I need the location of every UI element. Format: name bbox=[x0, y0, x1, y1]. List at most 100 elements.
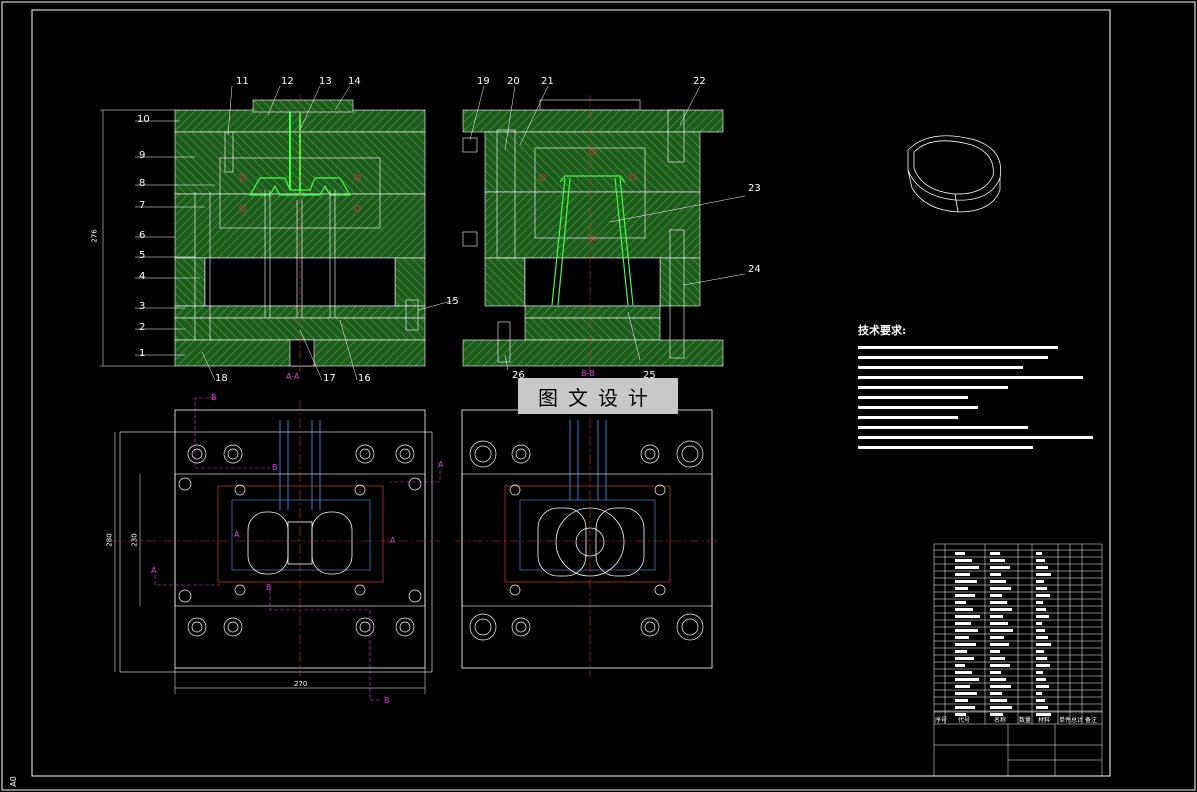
part-label-11: 11 bbox=[236, 76, 249, 87]
plan-view-fixed bbox=[455, 400, 720, 676]
cut-marker-b-3: B bbox=[266, 583, 272, 592]
parts-list-table bbox=[933, 543, 1103, 777]
parts-list-cell-block bbox=[990, 559, 1005, 562]
parts-list-cell-block bbox=[990, 650, 1000, 653]
cut-marker-a-4: A bbox=[390, 536, 396, 545]
part-label-12: 12 bbox=[281, 76, 294, 87]
parts-list-cell-block bbox=[955, 622, 971, 625]
part-label-19: 19 bbox=[477, 76, 490, 87]
part-label-1: 1 bbox=[139, 348, 146, 359]
parts-list-cell-block bbox=[1036, 552, 1042, 555]
parts-list-cell-block bbox=[955, 608, 973, 611]
part-label-15: 15 bbox=[446, 296, 459, 307]
parts-list-cell-block bbox=[990, 664, 1010, 667]
part-label-10: 10 bbox=[137, 114, 150, 125]
cut-marker-b-2: B bbox=[272, 463, 278, 472]
parts-list-cell-block bbox=[1036, 559, 1045, 562]
parts-list-cell-block bbox=[1036, 643, 1051, 646]
parts-list-cell-block bbox=[990, 580, 1006, 583]
parts-list-cell-block bbox=[990, 678, 1006, 681]
tb-header-total: 总计 bbox=[1071, 717, 1084, 724]
part-label-7: 7 bbox=[139, 200, 146, 211]
parts-list-cell-block bbox=[955, 587, 968, 590]
part-label-14: 14 bbox=[348, 76, 361, 87]
parts-list-cell-block bbox=[990, 685, 1011, 688]
parts-list-cell-block bbox=[1036, 580, 1044, 583]
part-label-22: 22 bbox=[693, 76, 706, 87]
parts-list-cell-block bbox=[990, 629, 1013, 632]
part-label-18: 18 bbox=[215, 373, 228, 384]
parts-list-cell-block bbox=[955, 552, 965, 555]
parts-list-cell-block bbox=[990, 706, 1012, 709]
part-label-21: 21 bbox=[541, 76, 554, 87]
parts-list-cell-block bbox=[955, 699, 968, 702]
parts-list-cell-block bbox=[955, 594, 975, 597]
parts-list-cell-block bbox=[1036, 615, 1049, 618]
tech-requirements-lines bbox=[858, 346, 1093, 449]
parts-list-cell-block bbox=[990, 657, 1005, 660]
cut-marker-b-4: B bbox=[384, 696, 390, 705]
parts-list-cell-block bbox=[1036, 636, 1048, 639]
parts-list-cell-block bbox=[1036, 657, 1047, 660]
part-label-16: 16 bbox=[358, 373, 371, 384]
tb-header-qty: 数量 bbox=[1019, 717, 1032, 724]
parts-list-cell-block bbox=[1036, 664, 1050, 667]
parts-list-cell-block bbox=[1036, 671, 1043, 674]
parts-list-cell-block bbox=[1036, 678, 1046, 681]
tb-header-unit: 单件 bbox=[1059, 717, 1072, 724]
parts-list-cell-block bbox=[955, 685, 970, 688]
parts-list-cell-block bbox=[1036, 692, 1042, 695]
parts-list-cell-block bbox=[1036, 629, 1045, 632]
tb-header-seq: 序号 bbox=[935, 717, 948, 724]
parts-list-cell-block bbox=[990, 594, 1002, 597]
parts-list-cell-block bbox=[955, 678, 979, 681]
parts-list-cell-block bbox=[1036, 622, 1042, 625]
parts-list-cell-block bbox=[1036, 594, 1050, 597]
tb-header-material: 材料 bbox=[1038, 717, 1051, 724]
dim-plan-height-outer: 280 bbox=[105, 533, 114, 547]
parts-list-cell-block bbox=[1036, 587, 1047, 590]
parts-list-cell-block bbox=[955, 643, 976, 646]
tech-requirements-title: 技术要求: bbox=[858, 324, 907, 337]
parts-list-cell-block bbox=[955, 573, 970, 576]
parts-list-cell-block bbox=[955, 692, 977, 695]
parts-list-cell-block bbox=[990, 587, 1011, 590]
parts-list-cell-block bbox=[1036, 608, 1046, 611]
dim-plan-height-inner: 230 bbox=[130, 533, 139, 547]
parts-list-cell-block bbox=[955, 566, 979, 569]
parts-list-cell-block bbox=[955, 615, 980, 618]
parts-list-cell-block bbox=[1036, 706, 1048, 709]
tb-header-remark: 备注 bbox=[1085, 717, 1098, 724]
part-label-8: 8 bbox=[139, 178, 146, 189]
parts-list-cell-block bbox=[990, 615, 1003, 618]
part-label-13: 13 bbox=[319, 76, 332, 87]
parts-list-cell-block bbox=[955, 580, 977, 583]
dim-overall-height: 276 bbox=[90, 229, 99, 243]
parts-list-cell-block bbox=[955, 706, 975, 709]
dim-plan-width: 270 bbox=[294, 680, 308, 688]
cut-marker-a-2: A bbox=[151, 566, 157, 575]
parts-list-cell-block bbox=[955, 601, 966, 604]
parts-list-cell-block bbox=[990, 622, 1008, 625]
plan-view-moving bbox=[110, 397, 441, 701]
watermark: 图文设计 bbox=[518, 378, 678, 414]
parts-list-cell-block bbox=[990, 671, 1001, 674]
part-label-17: 17 bbox=[323, 373, 336, 384]
tb-header-name: 名称 bbox=[994, 717, 1007, 724]
section-a-a-view bbox=[100, 85, 456, 381]
part-label-2: 2 bbox=[139, 322, 146, 333]
parts-list-cell-block bbox=[990, 552, 1000, 555]
parts-list-cell-block bbox=[1036, 573, 1051, 576]
parts-list-cell-block bbox=[955, 629, 978, 632]
part-label-3: 3 bbox=[139, 301, 146, 312]
parts-list-cell-block bbox=[955, 664, 965, 667]
parts-list-cell-block bbox=[1036, 699, 1045, 702]
part-label-20: 20 bbox=[507, 76, 520, 87]
section-b-b-view bbox=[462, 85, 746, 372]
parts-list-cell-block bbox=[990, 699, 1007, 702]
parts-list-cell-block bbox=[990, 608, 1012, 611]
section-label-a-a: A-A bbox=[286, 372, 300, 381]
parts-list-cell-block bbox=[990, 601, 1007, 604]
parts-list-cell-block bbox=[990, 566, 1010, 569]
cut-marker-a-1: A bbox=[438, 460, 444, 469]
